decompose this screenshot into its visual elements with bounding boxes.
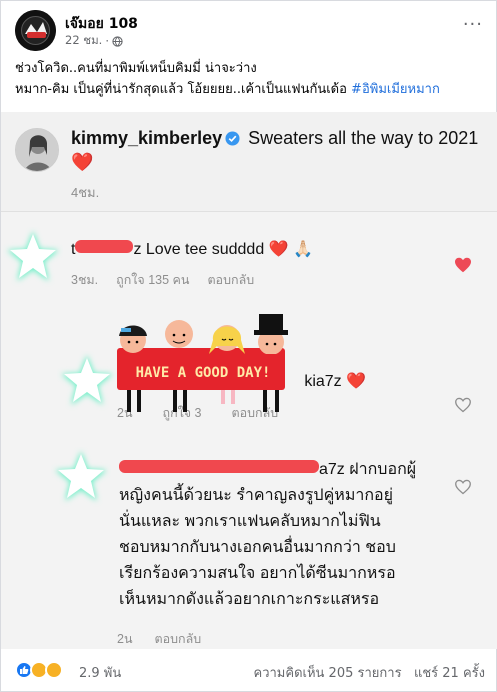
wow-reaction-icon bbox=[45, 661, 63, 679]
heart-outline-icon[interactable] bbox=[454, 479, 472, 495]
ig-comment-3: a7z ฝากบอกผู้ หญิงคนนี้ด้วยนะ รำคาญลงรูป… bbox=[1, 447, 497, 647]
ig-post-caption-area: kimmy_kimberley Sweaters all the way to … bbox=[1, 112, 497, 212]
comment-3-line-1: a7z ฝากบอกผู้ bbox=[119, 457, 459, 483]
heart-filled-icon[interactable] bbox=[454, 257, 472, 273]
ig-caption: kimmy_kimberley Sweaters all the way to … bbox=[71, 126, 481, 174]
star-avatar-icon bbox=[55, 451, 107, 501]
caption-line-2-text: หมาก-คิม เป็นคู่ที่น่ารักสุดแล้ว โอ้ยยยย… bbox=[15, 82, 352, 97]
comment-1-meta: 3ชม. ถูกใจ 135 คน ตอบกลับ bbox=[71, 270, 254, 290]
comment-1-reply[interactable]: ตอบกลับ bbox=[207, 270, 254, 290]
comment-3-line-1-text: ฝากบอกผู้ bbox=[349, 461, 417, 478]
ig-username: kimmy_kimberley bbox=[71, 128, 223, 148]
comment-3-line-4: ชอบหมากกับนางเอกคนอื่นมากกว่า ชอบ bbox=[119, 539, 396, 556]
comment-1-text-line: tz Love tee sudddd ❤️ 🙏🏻 bbox=[71, 237, 313, 263]
comment-3-meta: 2น ตอบกลับ bbox=[117, 629, 201, 649]
post-time[interactable]: 22 ชม. bbox=[65, 32, 102, 50]
comment-3-body: a7z ฝากบอกผู้ หญิงคนนี้ด้วยนะ รำคาญลงรูป… bbox=[119, 457, 459, 613]
page-avatar[interactable] bbox=[15, 10, 56, 51]
comment-1-user-suffix: z bbox=[133, 241, 142, 258]
reaction-count[interactable]: 2.9 พัน bbox=[79, 662, 121, 683]
globe-icon bbox=[112, 35, 123, 47]
more-options-icon[interactable]: ··· bbox=[463, 14, 483, 35]
comment-3-user-suffix: a7z bbox=[319, 461, 345, 478]
verified-badge-icon bbox=[225, 131, 240, 146]
sticker-text: HAVE A GOOD DAY! bbox=[136, 365, 271, 381]
heart-emoji: ❤️ bbox=[71, 152, 94, 172]
comment-3-line-3: นั่นแหละ พวกเราแฟนคลับหมากไม่ฟิน bbox=[119, 513, 381, 530]
comment-3-line-2: หญิงคนนี้ด้วยนะ รำคาญลงรูปคู่หมากอยู่ bbox=[119, 487, 394, 504]
caption-line-2: หมาก-คิม เป็นคู่ที่น่ารักสุดแล้ว โอ้ยยยย… bbox=[15, 79, 485, 100]
comment-3-reply[interactable]: ตอบกลับ bbox=[155, 629, 202, 649]
redaction-bar bbox=[119, 460, 319, 473]
ig-post-time: 4ชม. bbox=[71, 185, 100, 200]
comment-1-text: Love tee sudddd ❤️ 🙏🏻 bbox=[145, 241, 313, 258]
comment-3-time: 2น bbox=[117, 632, 133, 646]
redaction-bar bbox=[75, 240, 134, 253]
ig-user-avatar bbox=[15, 128, 59, 172]
comment-3-line-6: เห็นหมากดังแล้วอยากเกาะกระแสหรอ bbox=[119, 591, 380, 608]
meta-separator: · bbox=[105, 34, 109, 48]
post-stats: ความคิดเห็น 205 รายการ แชร์ 21 ครั้ง bbox=[254, 662, 485, 683]
reaction-icons[interactable] bbox=[15, 661, 63, 679]
heart-outline-icon[interactable] bbox=[454, 397, 472, 413]
comment-2-text: ❤️ bbox=[346, 373, 367, 390]
ig-caption-text: Sweaters all the way to 2021 bbox=[248, 128, 479, 148]
post-meta: 22 ชม. · bbox=[65, 32, 123, 50]
facebook-post: เจ๊มอย 108 22 ชม. · ··· ช่วงโควิด..คนที่… bbox=[0, 0, 497, 692]
comment-1-time: 3ชม. bbox=[71, 273, 99, 287]
post-caption: ช่วงโควิด..คนที่มาพิมพ์เหน็บคิมมี่ น่าจะ… bbox=[15, 58, 485, 100]
ig-comment-1: tz Love tee sudddd ❤️ 🙏🏻 3ชม. ถูกใจ 135 … bbox=[1, 227, 497, 307]
post-footer: 2.9 พัน ความคิดเห็น 205 รายการ แชร์ 21 ค… bbox=[15, 657, 485, 683]
comment-1-likes[interactable]: ถูกใจ 135 คน bbox=[116, 270, 189, 290]
caption-line-1: ช่วงโควิด..คนที่มาพิมพ์เหน็บคิมมี่ น่าจะ… bbox=[15, 61, 257, 76]
comment-2-user-suffix: kia7z bbox=[304, 373, 342, 390]
comment-count[interactable]: ความคิดเห็น 205 รายการ bbox=[254, 666, 402, 681]
star-avatar-icon bbox=[7, 231, 59, 281]
instagram-screenshot: kimmy_kimberley Sweaters all the way to … bbox=[1, 112, 497, 649]
post-header: เจ๊มอย 108 22 ชม. · ··· bbox=[15, 10, 485, 52]
comment-3-line-5: เรียกร้องความสนใจ อยากได้ซีนมากหรอ bbox=[119, 565, 396, 582]
have-a-good-day-sticker: HAVE A GOOD DAY! bbox=[117, 314, 288, 412]
share-count[interactable]: แชร์ 21 ครั้ง bbox=[414, 666, 485, 681]
hashtag-link[interactable]: #อิพิมเมียหมาก bbox=[351, 82, 440, 97]
